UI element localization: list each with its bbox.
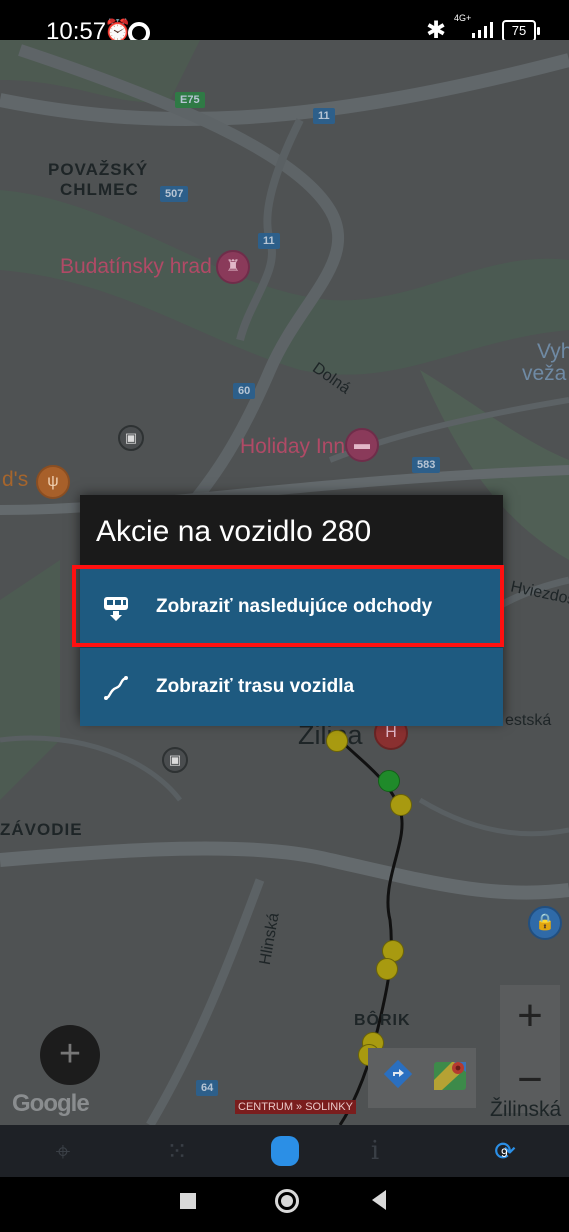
back-button[interactable] — [372, 1190, 386, 1210]
map-label: Holiday Inn — [240, 435, 346, 458]
map-label: d's — [2, 468, 29, 491]
road-shield: 60 — [233, 383, 256, 399]
restaurant-icon[interactable]: ψ — [36, 465, 70, 499]
network-type: 4G+ — [454, 13, 472, 23]
google-logo: Google — [12, 1090, 90, 1117]
info-icon[interactable]: i — [340, 1125, 410, 1177]
location-icon[interactable]: ⌖ — [28, 1125, 98, 1177]
scatter-icon[interactable]: ⁙ — [142, 1125, 212, 1177]
road-shield: 11 — [313, 108, 335, 124]
zoom-controls: + − — [500, 985, 560, 1113]
zoom-in-button[interactable]: + — [500, 985, 560, 1049]
add-button[interactable]: + — [40, 1025, 100, 1085]
dialog-title: Akcie na vozidlo 280 — [96, 515, 372, 548]
route-label: CENTRUM » SOLINKY — [235, 1100, 356, 1114]
vehicle-actions-dialog: Akcie na vozidlo 280 Zobraziť nasledujúc… — [80, 495, 503, 726]
map-label: POVAŽSKÝ — [48, 160, 149, 179]
bus-icon[interactable] — [254, 1125, 316, 1177]
show-departures-button[interactable]: Zobraziť nasledujúce odchody — [80, 568, 503, 646]
road-shield: E75 — [175, 92, 205, 108]
map-label: CHLMEC — [60, 180, 139, 199]
route-icon — [104, 676, 128, 700]
hotel-icon[interactable]: ▬ — [345, 428, 379, 462]
bottom-toolbar: ⌖ ⁙ i ⟳ 9 — [0, 1125, 569, 1177]
google-maps-icon[interactable] — [432, 1058, 468, 1094]
action-label: Zobraziť trasu vozidla — [156, 676, 355, 697]
signal-icon — [472, 22, 493, 38]
home-button[interactable] — [275, 1189, 299, 1213]
bus-departures-icon — [104, 597, 128, 621]
map-label: Budatínsky hrad — [60, 255, 212, 278]
road-shield: 583 — [412, 457, 441, 473]
directions-icon[interactable] — [382, 1058, 414, 1090]
road-shield: 507 — [160, 186, 189, 202]
map-label: ZÁVODIE — [0, 820, 83, 839]
refresh-icon[interactable]: ⟳ 9 — [470, 1125, 540, 1177]
bus-icon-shape — [271, 1136, 299, 1166]
shopping-icon[interactable]: 🔒 — [528, 906, 562, 940]
map-label: veža — [522, 362, 567, 385]
show-route-button[interactable]: Zobraziť trasu vozidla — [80, 647, 503, 726]
bus-stop-marker[interactable] — [378, 770, 400, 792]
bus-stop-icon[interactable]: ▣ — [118, 425, 144, 451]
refresh-badge: 9 — [501, 1146, 508, 1160]
castle-icon[interactable]: ♜ — [216, 250, 250, 284]
map-label: estská — [505, 712, 552, 729]
map-label: BÔRIK — [354, 1012, 411, 1029]
battery-icon: 75 — [502, 20, 540, 42]
bus-stop-marker[interactable] — [376, 958, 398, 980]
bus-stop-marker[interactable] — [326, 730, 348, 752]
map-label: Vyh — [537, 340, 569, 363]
road-shield: 64 — [196, 1080, 219, 1096]
bus-stop-marker[interactable] — [390, 794, 412, 816]
action-label: Zobraziť nasledujúce odchody — [156, 596, 433, 617]
map-label: Žilinská — [490, 1098, 562, 1121]
road-shield: 11 — [258, 233, 280, 249]
recents-button[interactable] — [180, 1193, 196, 1209]
bus-stop-icon[interactable]: ▣ — [162, 747, 188, 773]
